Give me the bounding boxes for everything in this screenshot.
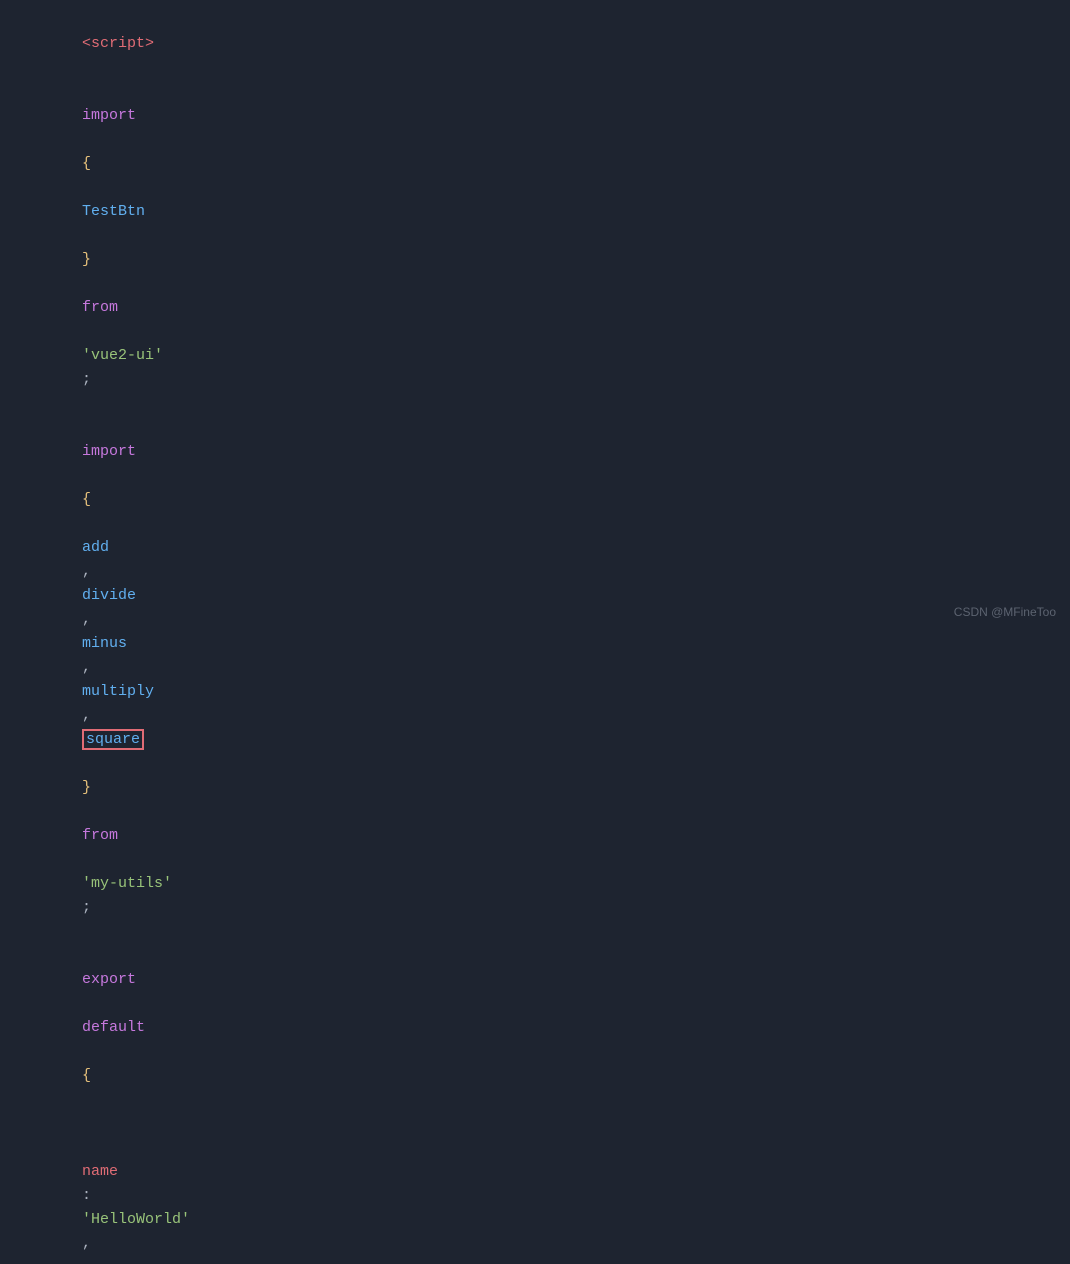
line-2: import { TestBtn } from 'vue2-ui' ; [10,80,1070,416]
square-highlighted: square [82,729,144,750]
kw-import: import [82,107,136,124]
script-open-tag: <script> [82,35,154,52]
fn-testbtn: TestBtn [82,203,145,220]
line-4: export default { [10,944,1070,1112]
line-5: name : 'HelloWorld' , [10,1112,1070,1264]
line-3: import { add , divide , minus , multiply… [10,416,1070,944]
line-1: <script> [10,8,1070,80]
code-editor: <script> import { TestBtn } from 'vue2-u… [0,0,1070,1264]
watermark: CSDN @MFineToo [954,603,1056,622]
